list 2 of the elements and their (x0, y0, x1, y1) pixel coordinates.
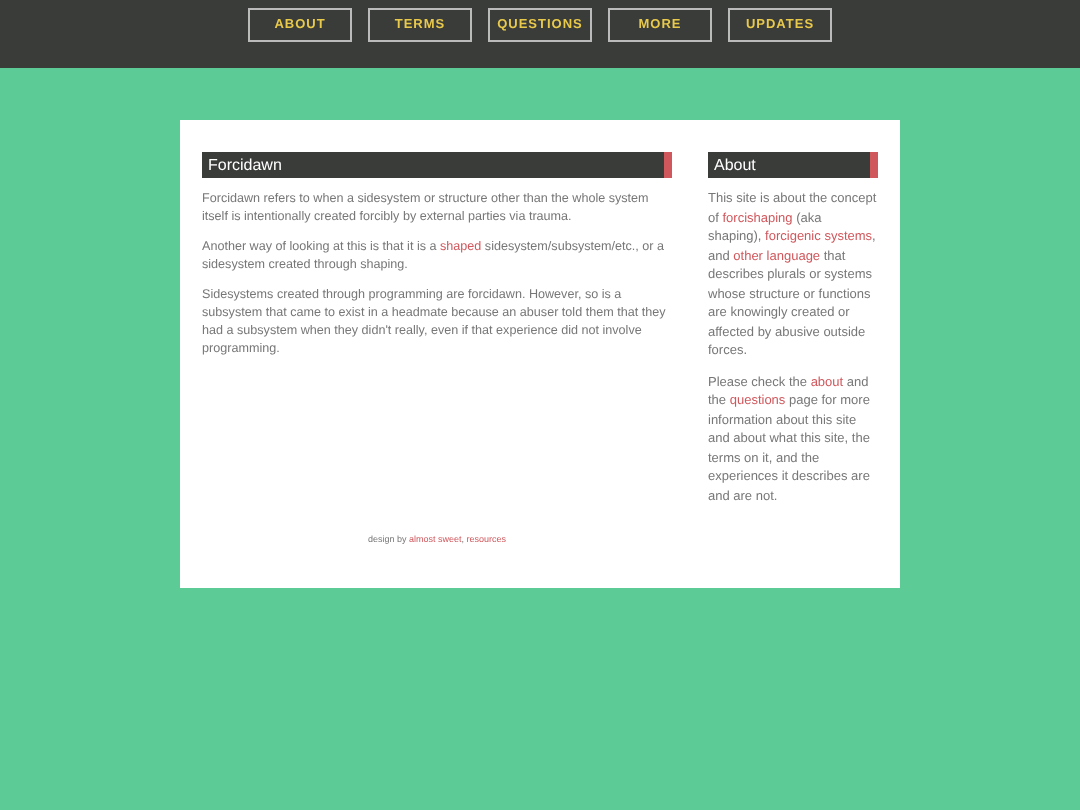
section-heading: About (708, 152, 878, 178)
section-heading: Forcidawn (202, 152, 672, 178)
